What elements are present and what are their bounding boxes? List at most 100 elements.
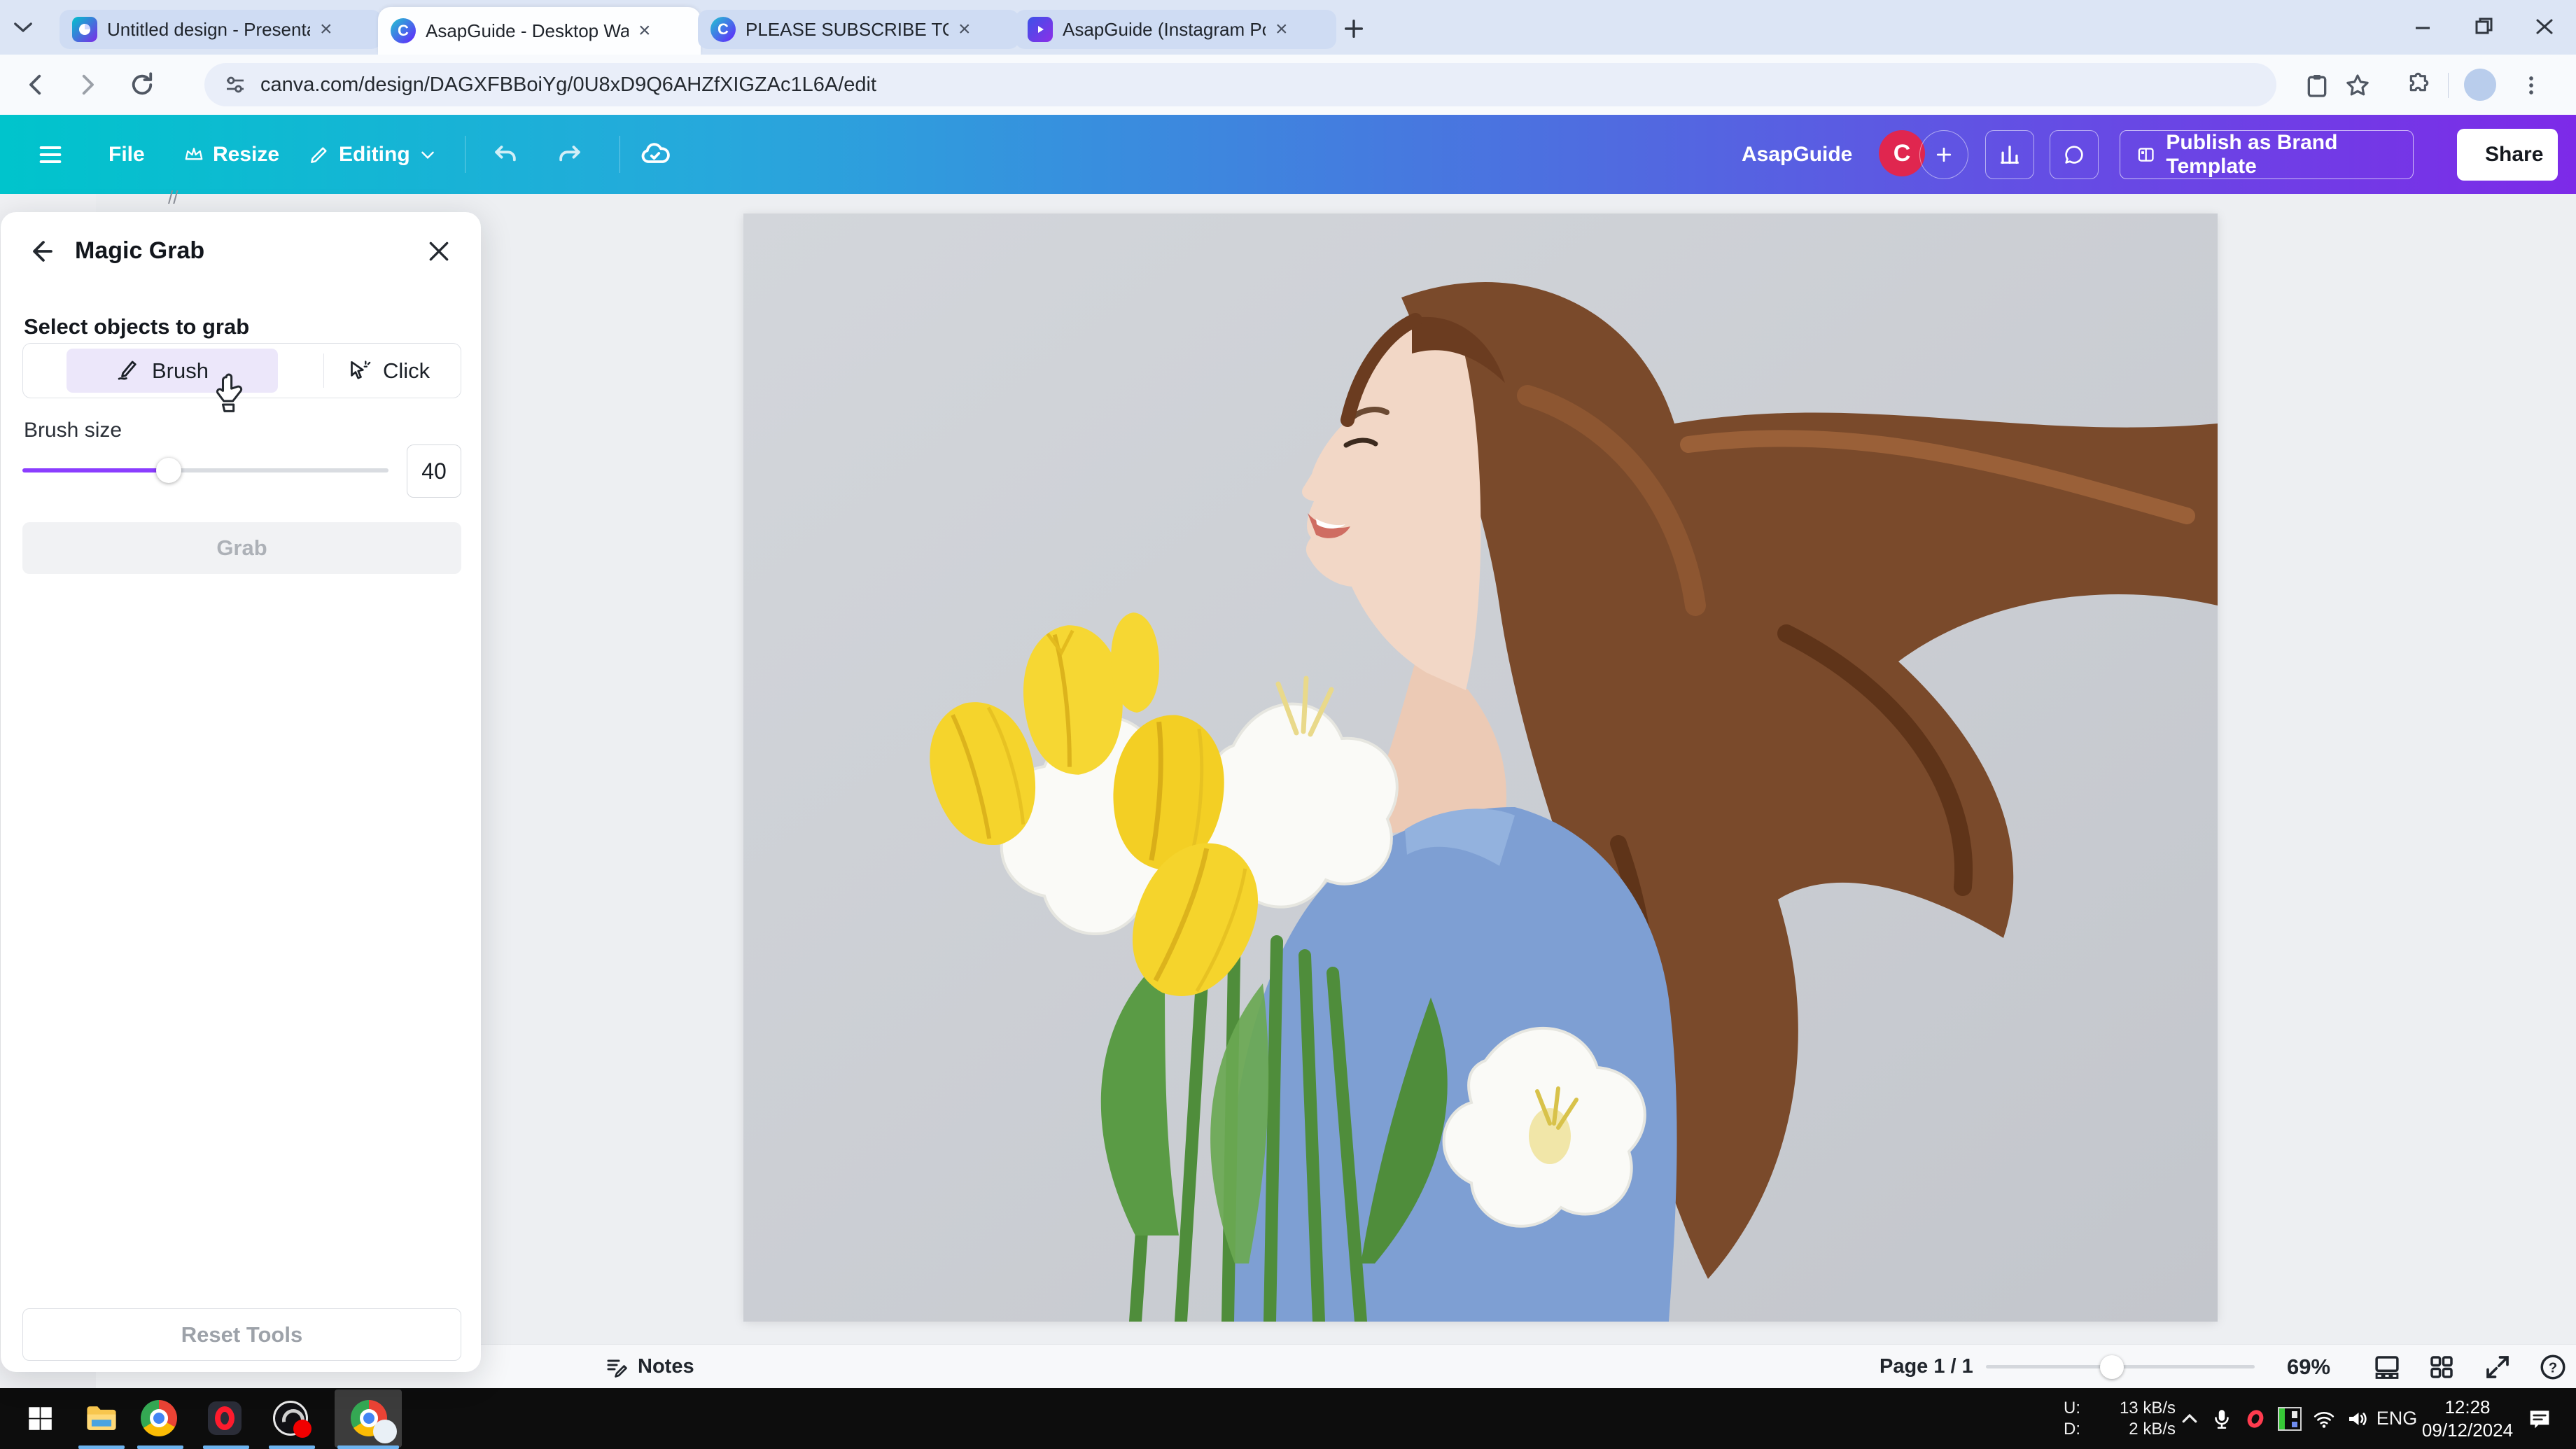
undo-button[interactable] <box>490 115 521 194</box>
file-explorer-icon[interactable] <box>81 1398 122 1438</box>
comments-button[interactable] <box>2050 130 2099 179</box>
notes-icon <box>604 1354 629 1380</box>
close-icon[interactable] <box>425 237 453 265</box>
tab-search-chevron-icon[interactable] <box>13 20 34 35</box>
editing-label: Editing <box>339 143 410 167</box>
insights-chart-button[interactable] <box>1985 130 2034 179</box>
opera-tray-icon[interactable] <box>2240 1388 2271 1449</box>
brush-size-slider-handle[interactable] <box>156 458 181 483</box>
tab-title: AsapGuide (Instagram Post) - Y <box>1063 19 1266 41</box>
notification-center-icon[interactable] <box>2519 1388 2561 1449</box>
account-avatar[interactable]: C <box>1879 130 1925 176</box>
chrome-active-taskbar-icon[interactable] <box>349 1398 389 1438</box>
click-cursor-icon <box>345 358 372 384</box>
zoom-slider[interactable] <box>1986 1365 2255 1368</box>
time-label: 12:28 <box>2444 1396 2490 1419</box>
editing-menu[interactable]: Editing <box>308 115 437 194</box>
file-menu[interactable]: File <box>108 115 145 194</box>
zoom-label: 69% <box>2287 1354 2330 1380</box>
click-mode-button[interactable]: Click <box>345 344 430 398</box>
back-icon[interactable] <box>21 70 50 99</box>
clipboard-icon[interactable] <box>2303 71 2331 99</box>
wifi-tray-icon[interactable] <box>2309 1388 2339 1449</box>
window-minimize-button[interactable] <box>2407 13 2439 41</box>
cloud-saved-icon[interactable] <box>638 115 672 194</box>
grid-view-button[interactable] <box>2427 1345 2456 1389</box>
tab-close-icon[interactable]: × <box>320 19 332 40</box>
browser-menu-kebab-icon[interactable] <box>2517 71 2545 99</box>
site-settings-icon[interactable] <box>223 72 248 97</box>
notes-label: Notes <box>638 1355 694 1378</box>
canva-header: File Resize Editing AsapGuide C <box>0 115 2576 194</box>
clock-tray[interactable]: 12:28 09/12/2024 <box>2418 1388 2516 1449</box>
bookmark-star-icon[interactable] <box>2344 71 2372 99</box>
network-speed-readout: U:13 kB/s D:2 kB/s <box>2064 1388 2176 1449</box>
grab-label: Grab <box>216 536 267 561</box>
brush-size-slider-fill <box>22 468 169 472</box>
redo-button[interactable] <box>554 115 585 194</box>
grab-button[interactable]: Grab <box>22 522 461 574</box>
address-bar[interactable]: canva.com/design/DAGXFBBoiYg/0U8xD9Q6AHZ… <box>204 63 2276 106</box>
chrome-taskbar-icon[interactable] <box>139 1398 179 1438</box>
language-indicator[interactable]: ENG <box>2376 1388 2418 1449</box>
tab-title: Untitled design - Presentation <box>107 19 310 41</box>
brush-size-value[interactable]: 40 <box>407 444 461 498</box>
share-label: Share <box>2485 143 2543 167</box>
help-button[interactable]: ? <box>2538 1345 2568 1389</box>
brand-template-icon <box>2136 143 2156 167</box>
windows-taskbar: U:13 kB/s D:2 kB/s ENG 12: <box>0 1388 2576 1449</box>
page-indicator: Page 1 / 1 <box>1879 1345 1973 1389</box>
start-button[interactable] <box>20 1398 60 1438</box>
tab-close-icon[interactable]: × <box>1275 19 1288 40</box>
browser-tab-active[interactable]: C AsapGuide - Desktop Wallpape × <box>378 7 701 55</box>
browser-tab[interactable]: AsapGuide (Instagram Post) - Y × <box>1015 10 1336 49</box>
microphone-tray-icon[interactable] <box>2206 1388 2237 1449</box>
publish-brand-template-button[interactable]: Publish as Brand Template <box>2120 130 2414 179</box>
account-name-label: AsapGuide <box>1742 143 1852 167</box>
fullscreen-button[interactable] <box>2483 1345 2512 1389</box>
opera-taskbar-icon[interactable] <box>204 1398 245 1438</box>
extensions-icon[interactable] <box>2405 71 2433 99</box>
browser-toolbar: canva.com/design/DAGXFBBoiYg/0U8xD9Q6AHZ… <box>0 55 2576 115</box>
forward-icon[interactable] <box>73 70 102 99</box>
svg-text:?: ? <box>2549 1360 2557 1376</box>
brush-size-label: Brush size <box>24 419 122 442</box>
reset-tools-button[interactable]: Reset Tools <box>22 1308 461 1361</box>
tab-close-icon[interactable]: × <box>638 20 651 41</box>
volume-tray-icon[interactable] <box>2341 1388 2374 1449</box>
back-arrow-icon[interactable] <box>27 236 58 267</box>
running-indicator <box>337 1446 399 1449</box>
add-member-button[interactable] <box>1919 130 1968 179</box>
profile-avatar[interactable] <box>2464 69 2496 101</box>
download-label: D: <box>2064 1420 2080 1439</box>
click-label: Click <box>383 358 430 384</box>
tab-close-icon[interactable]: × <box>958 19 971 40</box>
obs-taskbar-icon[interactable] <box>270 1398 311 1438</box>
canva-favicon-icon: C <box>391 18 416 43</box>
presentation-favicon-icon <box>72 17 97 42</box>
reload-icon[interactable] <box>127 70 157 99</box>
notes-button[interactable]: Notes <box>604 1345 694 1389</box>
window-close-button[interactable] <box>2528 13 2561 41</box>
home-menu-icon[interactable] <box>36 115 64 194</box>
window-restore-button[interactable] <box>2467 13 2499 41</box>
magic-grab-panel: Magic Grab Select objects to grab Brush … <box>1 212 481 1372</box>
brush-mode-button[interactable]: Brush <box>114 344 209 398</box>
zoom-slider-handle[interactable] <box>2100 1355 2124 1379</box>
resize-menu[interactable]: Resize <box>183 115 279 194</box>
avatar-initial: C <box>1893 140 1911 167</box>
design-canvas-image[interactable] <box>743 214 2218 1322</box>
chevron-down-icon <box>419 146 437 164</box>
brush-size-slider[interactable] <box>22 468 388 472</box>
zoom-level[interactable]: 69% <box>2287 1345 2330 1389</box>
tab-title: AsapGuide - Desktop Wallpape <box>426 20 629 42</box>
pencil-icon <box>308 144 330 166</box>
segment-divider <box>323 354 324 388</box>
app-window-tray-icon[interactable] <box>2274 1388 2306 1449</box>
pages-view-button[interactable] <box>2372 1345 2402 1389</box>
browser-tab[interactable]: C PLEASE SUBSCRIBE TO THIS CH × <box>698 10 1019 49</box>
new-tab-button[interactable] <box>1342 17 1366 41</box>
tray-expand-chevron-icon[interactable] <box>2176 1388 2204 1449</box>
share-button[interactable]: Share <box>2457 129 2558 181</box>
browser-tab[interactable]: Untitled design - Presentation × <box>59 10 382 49</box>
